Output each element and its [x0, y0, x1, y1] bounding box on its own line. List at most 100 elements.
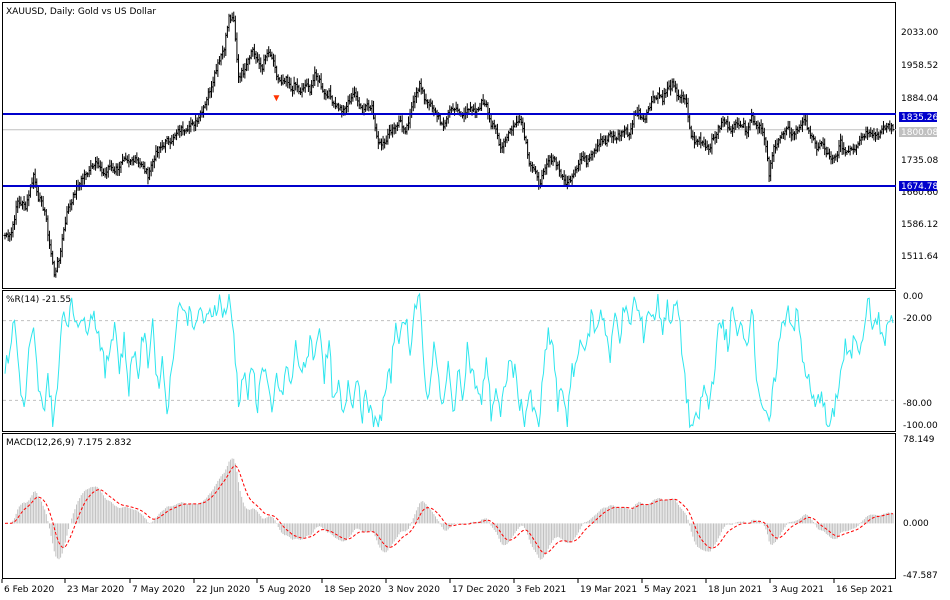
price-bar [723, 117, 727, 127]
williams-r-panel[interactable]: %R(14) -21.55 0.00 -20.00 -80.00 -100.00 [2, 290, 939, 432]
price-bar [759, 119, 763, 135]
price-bar [370, 100, 374, 115]
price-bar [167, 136, 171, 146]
date-tick-label: 3 Aug 2021 [772, 585, 824, 595]
price-bar [354, 87, 358, 101]
price-bar [222, 47, 226, 58]
price-bar [891, 124, 895, 132]
price-bar [737, 117, 741, 130]
price-bar [810, 132, 814, 144]
price-bar [489, 113, 493, 130]
price-bar [605, 135, 609, 147]
price-bar [491, 120, 495, 130]
price-bar [259, 57, 263, 73]
price-bar [438, 114, 442, 126]
price-bar [313, 66, 317, 87]
date-tick-label: 17 Dec 2020 [452, 585, 510, 595]
price-bar [298, 87, 302, 96]
price-bar [287, 76, 291, 89]
price-bar [111, 162, 115, 173]
price-bar [858, 135, 862, 146]
price-bar [197, 113, 201, 124]
price-bar [408, 108, 412, 129]
price-bar [248, 55, 252, 65]
price-bar [386, 128, 390, 145]
price-bar [114, 163, 118, 176]
price-bar [694, 135, 698, 145]
price-bar [54, 267, 58, 278]
price-bar [100, 161, 104, 177]
wr-y-axis: 0.00 -20.00 -80.00 -100.00 [903, 292, 938, 431]
price-bar [831, 154, 835, 165]
hline-upper-label: 1835.26 [901, 113, 938, 123]
wr-ytick-2: -80.00 [903, 399, 932, 409]
price-bar [97, 158, 101, 169]
price-bar [122, 156, 126, 162]
date-tick-label: 22 Jun 2020 [196, 585, 250, 595]
price-bar [526, 139, 530, 159]
price-bar [283, 77, 287, 85]
price-horizontal-lines[interactable] [3, 112, 896, 188]
price-bar [206, 88, 210, 106]
wr-series-line [4, 292, 894, 429]
price-bar [823, 138, 827, 156]
price-bar [349, 92, 353, 105]
price-bar [870, 129, 874, 139]
macd-ytick-2: -47.587 [903, 571, 938, 581]
price-bar [241, 63, 245, 78]
price-bar [335, 102, 339, 109]
date-tick-label: 5 Aug 2020 [259, 585, 311, 595]
price-bar [86, 172, 90, 178]
price-bar [265, 49, 269, 62]
price-bar [128, 159, 132, 165]
price-chart-title: XAUUSD, Daily: Gold vs US Dollar [6, 7, 156, 17]
price-bar [22, 195, 26, 211]
price-bar [89, 160, 93, 175]
price-bar [94, 156, 98, 171]
price-panel[interactable]: XAUUSD, Daily: Gold vs US Dollar 2033.00… [2, 2, 939, 289]
price-bar [821, 137, 825, 150]
price-bar [835, 151, 839, 163]
price-ytick-0: 2033.00 [901, 28, 938, 38]
price-bar [426, 99, 430, 109]
price-bar [781, 131, 785, 139]
price-bar [808, 125, 812, 139]
price-bar [20, 200, 24, 210]
price-bar [152, 155, 156, 169]
price-bar [673, 80, 677, 93]
price-bar [665, 81, 669, 97]
price-bar [305, 78, 309, 88]
price-bar [785, 126, 789, 136]
price-bar [499, 138, 503, 154]
price-bar [109, 160, 113, 172]
price-bar [654, 95, 658, 101]
price-bar [184, 128, 188, 134]
price-bar [322, 88, 326, 100]
price-bar [46, 215, 50, 242]
price-bar [721, 115, 725, 128]
price-bar [297, 84, 301, 95]
price-bar [815, 140, 819, 156]
trading-chart[interactable]: XAUUSD, Daily: Gold vs US Dollar 2033.00… [0, 0, 950, 600]
price-bar [670, 78, 674, 92]
macd-ytick-1: 0.000 [903, 519, 929, 529]
macd-panel[interactable]: MACD(12,26,9) 7.175 2.832 78.149 0.000 -… [2, 433, 938, 582]
price-bar [57, 257, 61, 268]
price-bar [281, 74, 285, 86]
price-bar [13, 215, 17, 230]
price-bar [421, 86, 425, 94]
price-bar [63, 216, 67, 232]
price-bar [473, 102, 477, 119]
price-bar [79, 175, 83, 191]
price-ytick-6: 1511.64 [901, 252, 938, 262]
price-bar [397, 115, 401, 128]
price-bar [889, 122, 893, 135]
price-bar [534, 165, 538, 175]
price-bar [853, 144, 857, 153]
price-bar [616, 129, 620, 141]
price-bar [279, 74, 283, 86]
macd-title: MACD(12,26,9) 7.175 2.832 [6, 438, 132, 448]
price-bar [186, 124, 190, 133]
price-bar [378, 138, 382, 145]
price-bar [885, 122, 889, 133]
